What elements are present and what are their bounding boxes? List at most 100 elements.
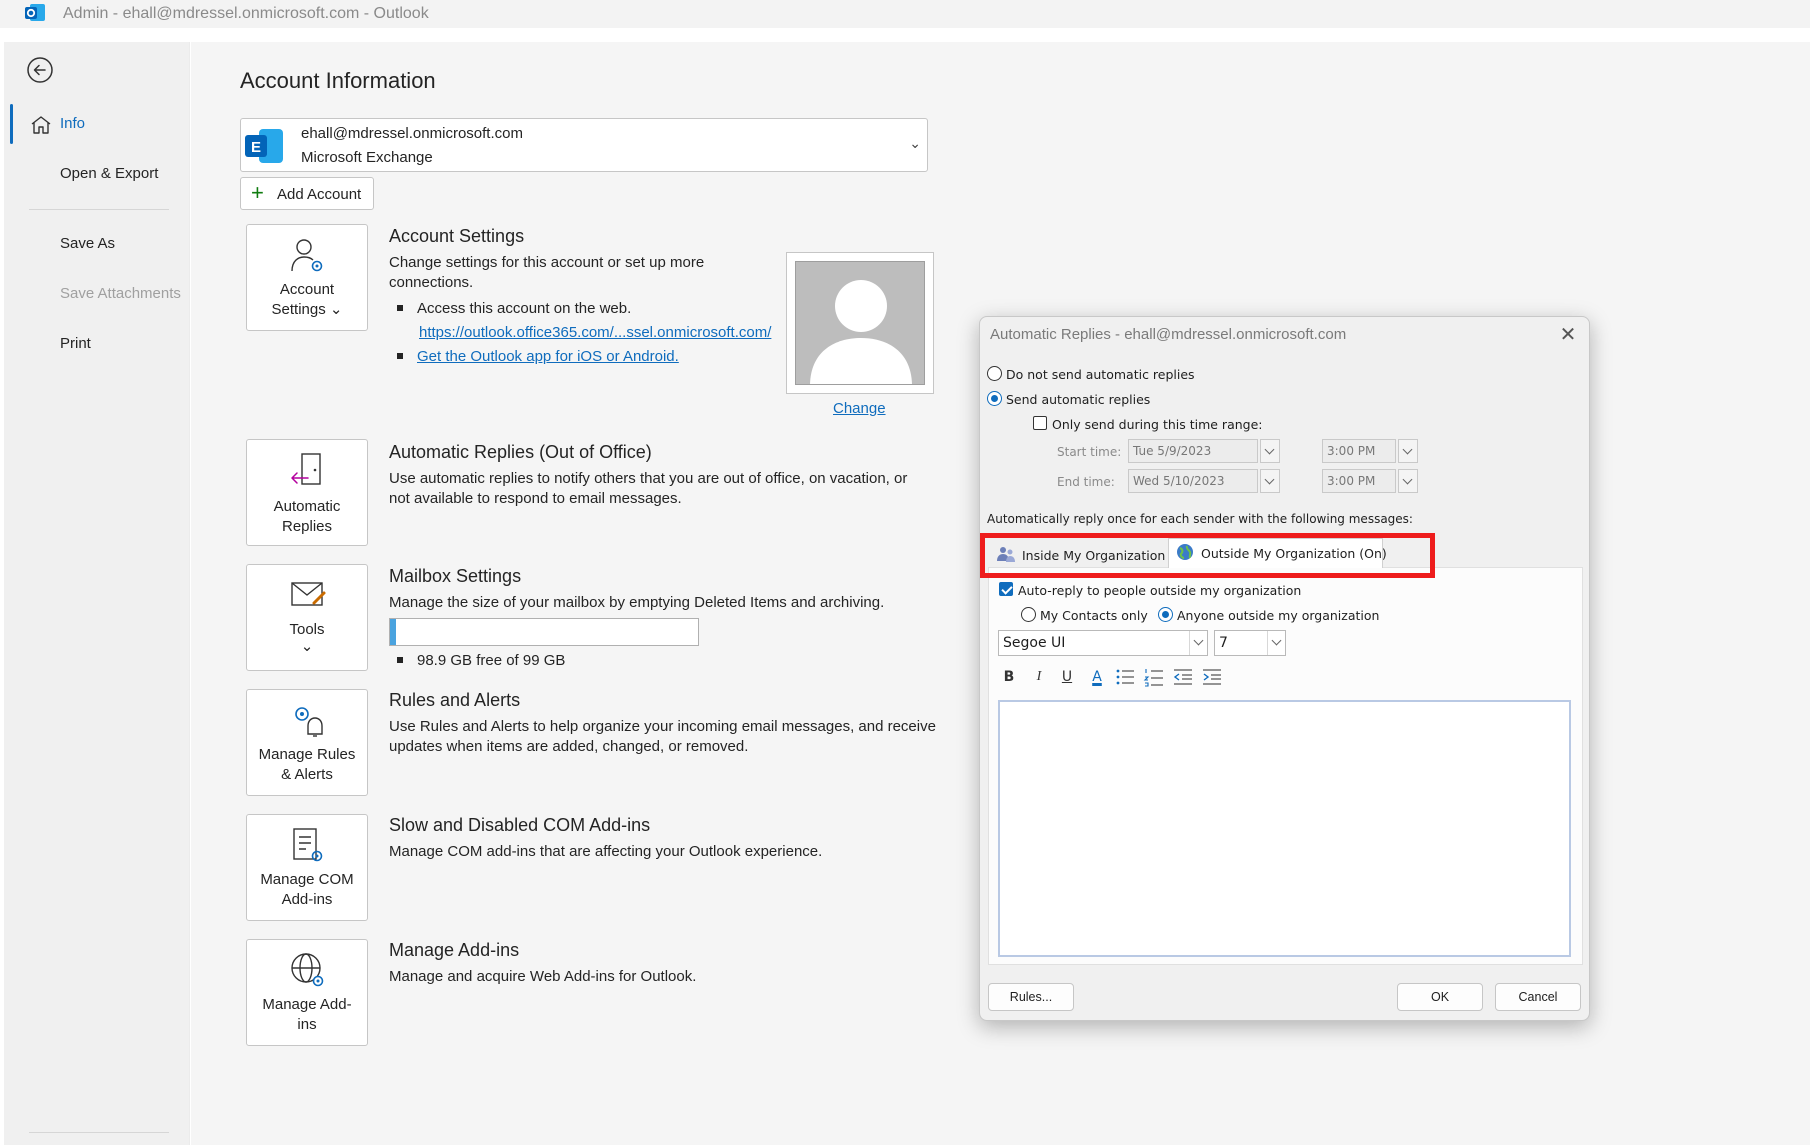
bold-button[interactable]: B [998,666,1020,688]
web-link-row: https://outlook.office365.com/...ssel.on… [389,321,809,345]
desc-line: Use Rules and Alerts to help organize yo… [389,718,936,735]
com-addins-icon [293,828,323,862]
mailbox-free-space: 98.9 GB free of 99 GB [417,652,566,669]
reply-message-editor[interactable] [998,700,1571,957]
desc-line: Use automatic replies to notify others t… [389,470,908,487]
chevron-down-icon[interactable] [1260,469,1280,493]
tools-tile[interactable]: Tools ⌄ [246,564,368,671]
account-settings-tile[interactable]: Account Settings ⌄ [246,224,368,331]
bullet-item: 98.9 GB free of 99 GB [389,649,565,673]
font-name-value: Segoe UI [1003,635,1066,651]
desc-line: Change settings for this account or set … [389,254,705,271]
bullet-icon [397,305,403,312]
anyone-outside-radio[interactable] [1158,607,1173,622]
section-description: Use automatic replies to notify others t… [389,469,949,509]
tile-label: Add-ins [281,891,333,908]
close-icon[interactable]: ✕ [1557,324,1579,346]
decrease-indent-icon[interactable] [1172,666,1194,688]
outlook-web-link[interactable]: https://outlook.office365.com/...ssel.on… [419,324,771,341]
outlook-app-link[interactable]: Get the Outlook app for iOS or Android. [417,348,679,365]
time-range-checkbox[interactable] [1033,416,1047,430]
automatic-replies-tile[interactable]: Automatic Replies [246,439,368,546]
section-description: Use Rules and Alerts to help organize yo… [389,717,949,757]
rules-button[interactable]: Rules... [988,983,1074,1011]
section-title: Rules and Alerts [389,690,521,710]
mailbox-usage-bar [389,618,699,646]
font-name-select[interactable]: Segoe UI [998,630,1208,656]
send-replies-label: Send automatic replies [1006,392,1151,407]
font-size-value: 7 [1219,635,1228,651]
end-time-picker[interactable]: 3:00 PM [1322,469,1396,493]
add-account-label: Add Account [277,186,362,203]
auto-reply-outside-checkbox[interactable] [999,582,1013,596]
do-not-send-radio[interactable] [987,366,1002,381]
chevron-down-icon [1267,631,1285,655]
send-replies-radio[interactable] [987,391,1002,406]
start-time-label: Start time: [1057,445,1122,459]
highlight-annotation [980,533,1435,578]
start-date-value: Tue 5/9/2023 [1133,444,1212,458]
start-time-picker[interactable]: 3:00 PM [1322,439,1396,463]
section-title: Slow and Disabled COM Add-ins [389,815,651,835]
back-arrow-icon[interactable] [26,56,54,84]
nav-item-save-attachments[interactable]: Save Attachments [60,285,181,302]
font-color-button[interactable]: A [1086,666,1108,688]
time-range-label: Only send during this time range: [1052,417,1263,432]
tile-label: Manage Rules [258,746,356,763]
section-description: Manage COM add-ins that are affecting yo… [389,843,823,860]
tile-label: Automatic [273,498,341,515]
chevron-down-icon[interactable] [1398,439,1418,463]
tile-label: Account [279,281,335,298]
nav-active-indicator [10,104,13,144]
section-description: Manage the size of your mailbox by empty… [389,594,885,611]
manage-addins-tile[interactable]: Manage Add- ins [246,939,368,1046]
automatic-replies-dialog: Automatic Replies - ehall@mdressel.onmic… [979,316,1590,1021]
rules-alerts-section: Rules and Alerts Use Rules and Alerts to… [389,690,949,757]
envelope-brush-icon [291,582,326,606]
reply-once-label: Automatically reply once for each sender… [987,512,1413,526]
chevron-down-icon[interactable] [1260,439,1280,463]
cancel-button[interactable]: Cancel [1495,983,1581,1011]
font-size-select[interactable]: 7 [1214,630,1286,656]
nav-item-save-as[interactable]: Save As [60,235,115,252]
bullet-icon [397,657,403,664]
nav-item-print[interactable]: Print [60,335,91,352]
chevron-down-icon: ⌄ [909,135,921,151]
account-type: Microsoft Exchange [301,149,433,166]
change-photo-link[interactable]: Change [833,400,886,417]
chevron-down-icon [1189,631,1207,655]
end-time-label: End time: [1057,475,1115,489]
increase-indent-icon[interactable] [1201,666,1223,688]
anyone-outside-label: Anyone outside my organization [1177,608,1380,623]
bullets-icon[interactable] [1114,666,1136,688]
outlook-icon [25,4,45,21]
chevron-down-icon[interactable] [1398,469,1418,493]
end-date-value: Wed 5/10/2023 [1133,474,1225,488]
my-contacts-radio[interactable] [1021,607,1036,622]
section-description: Change settings for this account or set … [389,253,809,293]
underline-button[interactable]: U [1056,666,1078,688]
bullet-text: Access this account on the web. [417,300,632,317]
exchange-icon: E [245,129,283,163]
account-selector[interactable]: E ehall@mdressel.onmicrosoft.com Microso… [240,118,928,172]
italic-button[interactable]: I [1028,666,1050,688]
nav-separator [29,209,169,210]
section-description: Manage and acquire Web Add-ins for Outlo… [389,968,697,985]
nav-item-open-export[interactable]: Open & Export [60,165,158,182]
title-bar: Admin - ehall@mdressel.onmicrosoft.com -… [0,0,1810,28]
ok-button[interactable]: OK [1397,983,1483,1011]
add-account-button[interactable]: + Add Account [240,177,374,210]
do-not-send-label: Do not send automatic replies [1006,367,1195,382]
nav-item-info[interactable]: Info [60,115,85,132]
numbering-icon[interactable] [1143,666,1165,688]
com-addins-section: Slow and Disabled COM Add-ins Manage COM… [389,815,949,862]
manage-com-addins-tile[interactable]: Manage COM Add-ins [246,814,368,921]
start-date-picker[interactable]: Tue 5/9/2023 [1128,439,1258,463]
dialog-title: Automatic Replies - ehall@mdressel.onmic… [990,326,1347,343]
desc-line: connections. [389,274,474,291]
manage-rules-tile[interactable]: Manage Rules & Alerts [246,689,368,796]
account-email: ehall@mdressel.onmicrosoft.com [301,125,523,142]
tile-label: & Alerts [281,766,333,783]
profile-photo[interactable] [786,252,934,394]
end-date-picker[interactable]: Wed 5/10/2023 [1128,469,1258,493]
